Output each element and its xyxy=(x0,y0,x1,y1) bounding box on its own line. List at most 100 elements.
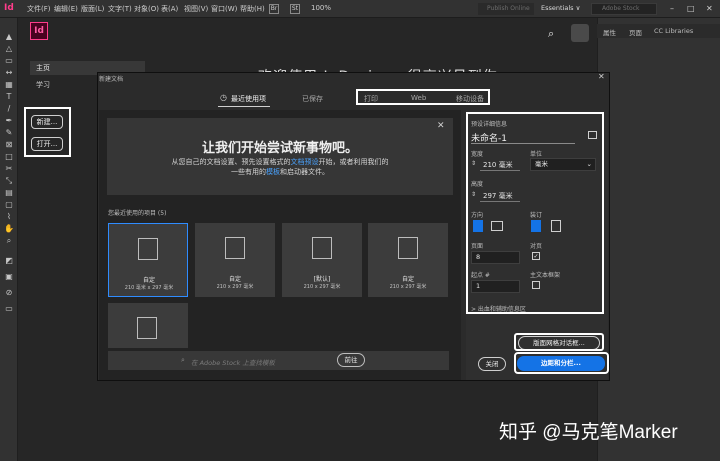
free-transform-tool-icon[interactable]: ⤡ xyxy=(4,176,14,186)
highlight-box xyxy=(356,89,490,105)
recent-items-label: 您最近使用的项目 (5) xyxy=(108,210,167,217)
close-dialog-button[interactable]: 关闭 xyxy=(478,357,506,371)
zoom-level[interactable]: 100% xyxy=(311,4,331,12)
facing-pages-checkbox[interactable]: ✓ xyxy=(532,252,540,260)
scissors-tool-icon[interactable]: ✂ xyxy=(4,164,14,174)
document-icon xyxy=(138,238,158,260)
units-label: 单位 xyxy=(530,151,543,158)
right-to-left-binding-icon[interactable] xyxy=(551,220,561,232)
card-size: 210 x 297 毫米 xyxy=(303,284,341,290)
maximize-button[interactable]: □ xyxy=(687,4,695,13)
hand-tool-icon[interactable]: ✋ xyxy=(4,224,14,234)
go-button[interactable]: 前往 xyxy=(337,353,365,367)
formatting-container-icon[interactable]: ▣ xyxy=(4,272,14,282)
tab-saved[interactable]: 已保存 xyxy=(302,94,323,104)
menu-edit[interactable]: 编辑(E) xyxy=(54,4,78,14)
tab-recent[interactable]: 最近使用项 xyxy=(231,94,266,104)
search-icon[interactable]: ⌕ xyxy=(548,27,554,41)
rectangle-frame-tool-icon[interactable]: ⊠ xyxy=(4,140,14,150)
bleed-slug-toggle[interactable]: > 出血和辅助信息区 xyxy=(471,304,526,313)
menu-window[interactable]: 窗口(W) xyxy=(211,4,237,14)
content-collector-icon[interactable]: ▦ xyxy=(4,80,14,90)
note-tool-icon[interactable]: ▢ xyxy=(4,200,14,210)
pages-label: 页面 xyxy=(471,243,484,250)
hero-text: 和启动器文件。 xyxy=(280,168,329,176)
stock-button[interactable]: St xyxy=(290,4,300,14)
highlight-box xyxy=(24,107,71,157)
binding-label: 装订 xyxy=(530,212,543,219)
pencil-tool-icon[interactable]: ✎ xyxy=(4,128,14,138)
hero-close-icon[interactable]: ✕ xyxy=(437,121,445,131)
fill-stroke-swatch-icon[interactable]: ◩ xyxy=(4,256,14,266)
clock-icon: ◷ xyxy=(220,93,227,102)
menu-layout[interactable]: 版面(L) xyxy=(81,4,104,14)
active-tab-indicator xyxy=(218,106,270,107)
stock-search-bar xyxy=(108,351,449,370)
apply-none-icon[interactable]: ⊘ xyxy=(4,288,14,298)
bridge-button[interactable]: Br xyxy=(269,4,279,14)
width-field[interactable]: 210 毫米 xyxy=(483,160,513,170)
recent-card[interactable]: 自定 210 毫米 x 297 毫米 xyxy=(108,223,188,297)
recent-card[interactable]: [默认] 210 x 297 毫米 xyxy=(282,223,362,297)
units-select[interactable]: 毫米 ⌄ xyxy=(530,158,596,171)
document-presets-link[interactable]: 文档预设 xyxy=(291,158,319,166)
card-name: 自定 xyxy=(142,277,155,284)
pages-field[interactable]: 8 xyxy=(471,251,520,264)
type-tool-icon[interactable]: T xyxy=(4,92,14,102)
templates-link[interactable]: 模板 xyxy=(266,168,280,176)
width-stepper-icon[interactable]: ⇕ xyxy=(471,160,476,167)
hero-text: 从您自己的文档设置、预先设置格式的 xyxy=(171,158,291,166)
selection-tool-icon[interactable]: ▲ xyxy=(4,32,14,42)
primary-text-frame-checkbox[interactable] xyxy=(532,281,540,289)
save-preset-icon[interactable] xyxy=(588,131,597,139)
pen-tool-icon[interactable]: ✒ xyxy=(4,116,14,126)
tab-cc-libraries[interactable]: CC Libraries xyxy=(654,27,693,35)
publish-online-button[interactable]: Publish Online xyxy=(478,3,534,15)
start-page-field[interactable]: 1 xyxy=(471,280,520,293)
dialog-close-button[interactable]: ✕ xyxy=(598,72,605,81)
menu-type[interactable]: 文字(T) xyxy=(108,4,132,14)
document-icon xyxy=(398,237,418,259)
name-underline xyxy=(471,143,575,144)
eyedropper-tool-icon[interactable]: ⌇ xyxy=(4,212,14,222)
adobe-stock-search[interactable]: Adobe Stock xyxy=(591,3,657,15)
menu-help[interactable]: 帮助(H) xyxy=(240,4,265,14)
orientation-label: 方向 xyxy=(471,212,484,219)
watermark: 知乎 @马克笔Marker xyxy=(499,422,678,443)
workspace-switcher[interactable]: Essentials ∨ xyxy=(541,4,580,12)
recent-card[interactable]: 自定 210 x 297 毫米 xyxy=(195,223,275,297)
portrait-orientation-icon[interactable] xyxy=(473,220,483,232)
left-to-right-binding-icon[interactable] xyxy=(531,220,541,232)
screen-mode-icon[interactable]: ▭ xyxy=(4,304,14,314)
avatar[interactable] xyxy=(571,24,589,42)
units-value: 毫米 xyxy=(535,160,548,168)
app-logo: Id xyxy=(4,3,14,13)
tab-pages[interactable]: 页面 xyxy=(629,27,642,37)
tab-properties[interactable]: 属性 xyxy=(603,27,616,37)
recent-card[interactable] xyxy=(108,303,188,348)
line-tool-icon[interactable]: / xyxy=(4,104,14,114)
nav-learn[interactable]: 学习 xyxy=(36,80,50,90)
menu-file[interactable]: 文件(F) xyxy=(27,4,51,14)
search-icon: ⌕ xyxy=(181,356,185,364)
landscape-orientation-icon[interactable] xyxy=(491,221,503,231)
window-close-button[interactable]: ✕ xyxy=(706,4,713,13)
menu-view[interactable]: 视图(V) xyxy=(184,4,208,14)
menu-object[interactable]: 对象(O) xyxy=(134,4,159,14)
page-tool-icon[interactable]: ▭ xyxy=(4,56,14,66)
minimize-button[interactable]: – xyxy=(670,4,674,13)
zoom-tool-icon[interactable]: ⌕ xyxy=(4,236,14,246)
menu-table[interactable]: 表(A) xyxy=(161,4,178,14)
width-label: 宽度 xyxy=(471,151,484,158)
gap-tool-icon[interactable]: ↔ xyxy=(4,68,14,78)
direct-selection-tool-icon[interactable]: △ xyxy=(4,44,14,54)
right-panel xyxy=(597,18,720,461)
height-stepper-icon[interactable]: ⇕ xyxy=(471,191,476,198)
document-icon xyxy=(312,237,332,259)
start-page-label: 起点 # xyxy=(471,272,490,279)
stock-template-search-input[interactable]: 在 Adobe Stock 上查找模板 xyxy=(191,357,275,367)
recent-card[interactable]: 自定 210 x 297 毫米 xyxy=(368,223,448,297)
gradient-tool-icon[interactable]: ▤ xyxy=(4,188,14,198)
rectangle-tool-icon[interactable]: □ xyxy=(4,152,14,162)
height-field[interactable]: 297 毫米 xyxy=(483,191,513,201)
